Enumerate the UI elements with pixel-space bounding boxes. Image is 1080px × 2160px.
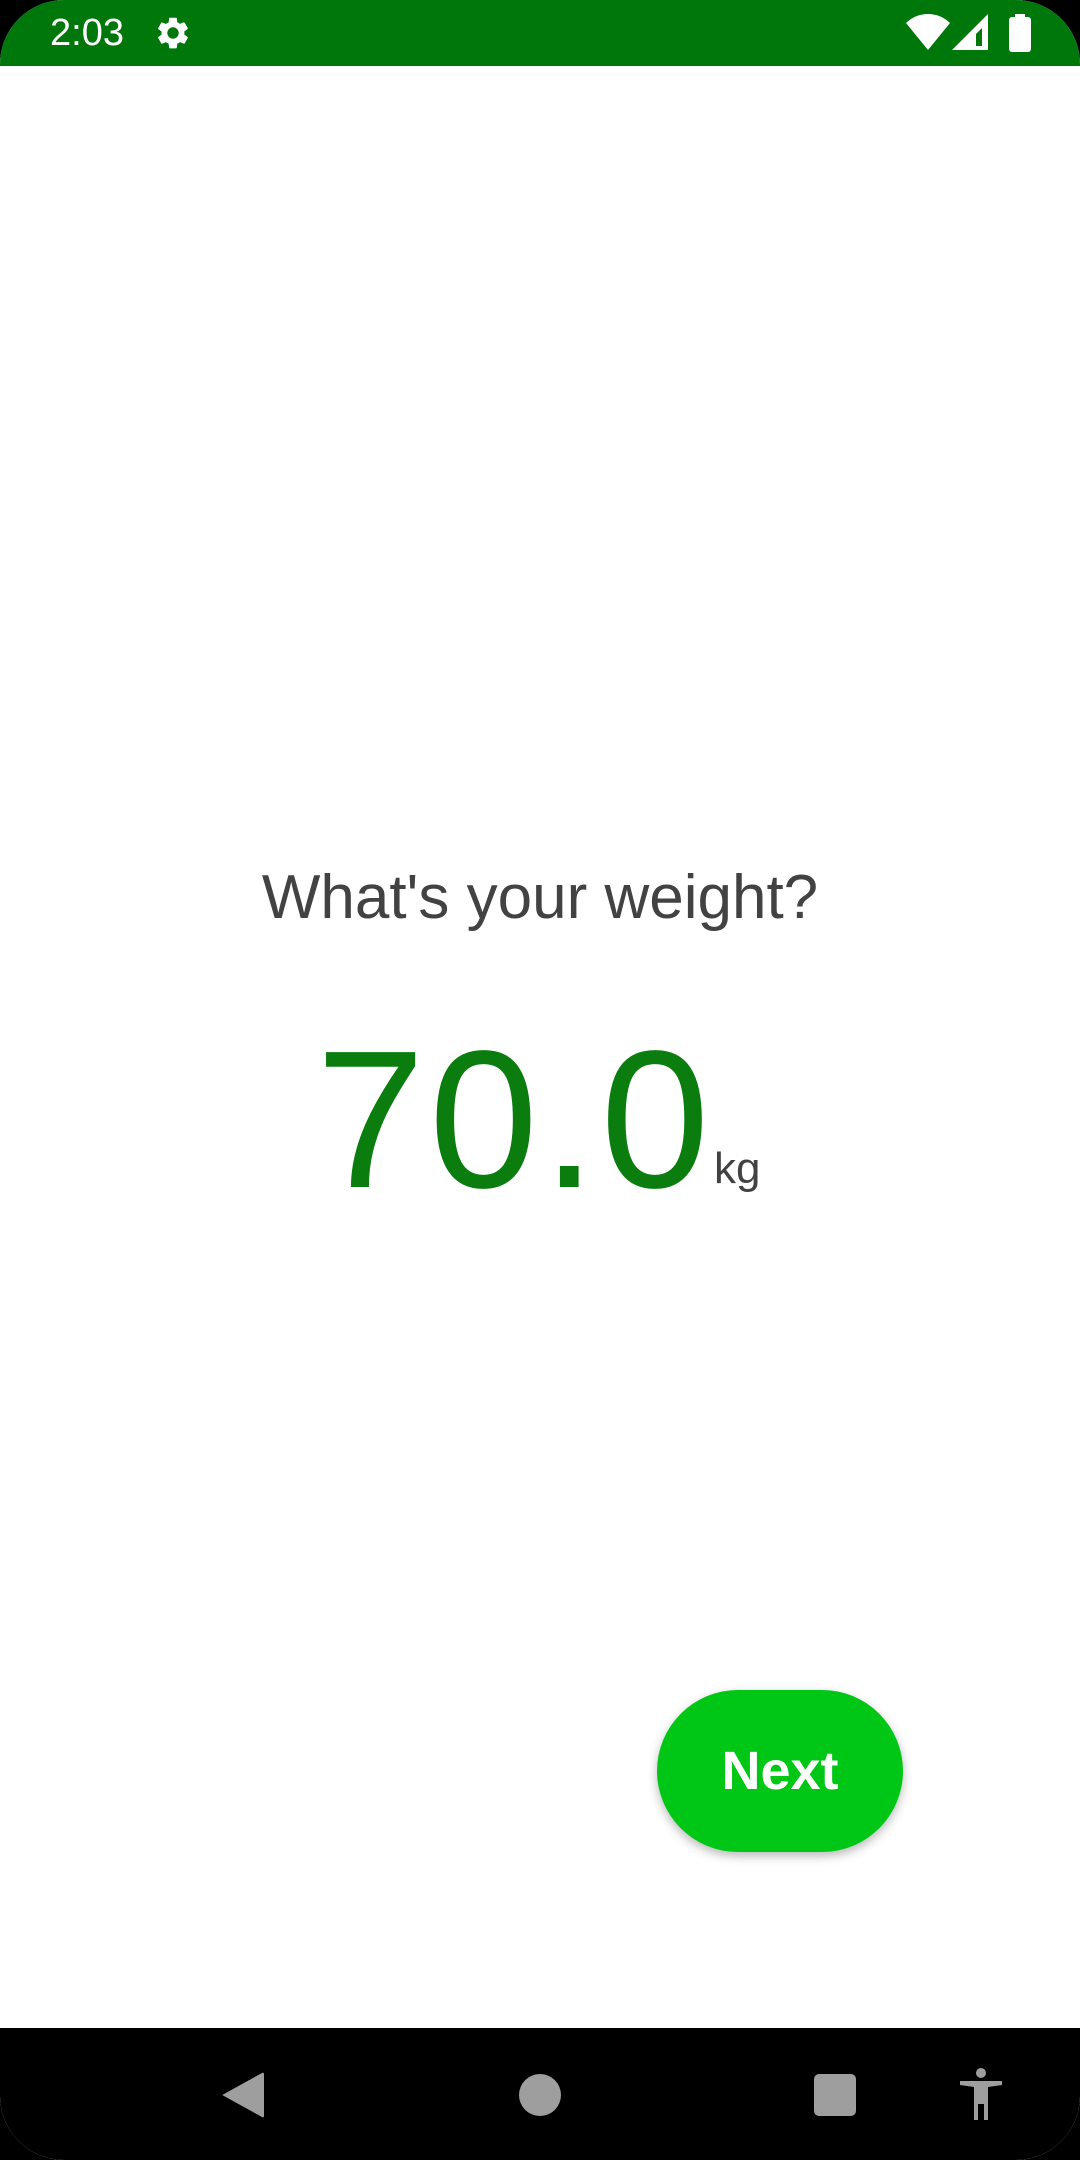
wifi-icon xyxy=(906,14,950,50)
weight-question: What's your weight? xyxy=(261,863,819,932)
battery-icon xyxy=(1009,14,1031,52)
weight-value[interactable]: 70.0 xyxy=(316,1020,713,1220)
recents-icon[interactable] xyxy=(814,2074,856,2116)
accessibility-icon[interactable] xyxy=(958,2068,1004,2120)
home-icon[interactable] xyxy=(519,2074,561,2116)
status-bar: 2:03 xyxy=(0,0,1080,66)
next-button[interactable]: Next xyxy=(657,1690,903,1852)
weight-display[interactable]: 70.0 kg xyxy=(0,1020,1080,1220)
cell-signal-icon xyxy=(952,14,988,50)
app-screen: 2:03 What's your weight? 70.0 kg Next xyxy=(0,0,1080,2160)
weight-unit: kg xyxy=(714,1144,761,1193)
navigation-bar xyxy=(0,2028,1080,2160)
back-icon[interactable] xyxy=(222,2072,264,2118)
gear-icon xyxy=(158,17,188,49)
status-time: 2:03 xyxy=(50,12,124,54)
